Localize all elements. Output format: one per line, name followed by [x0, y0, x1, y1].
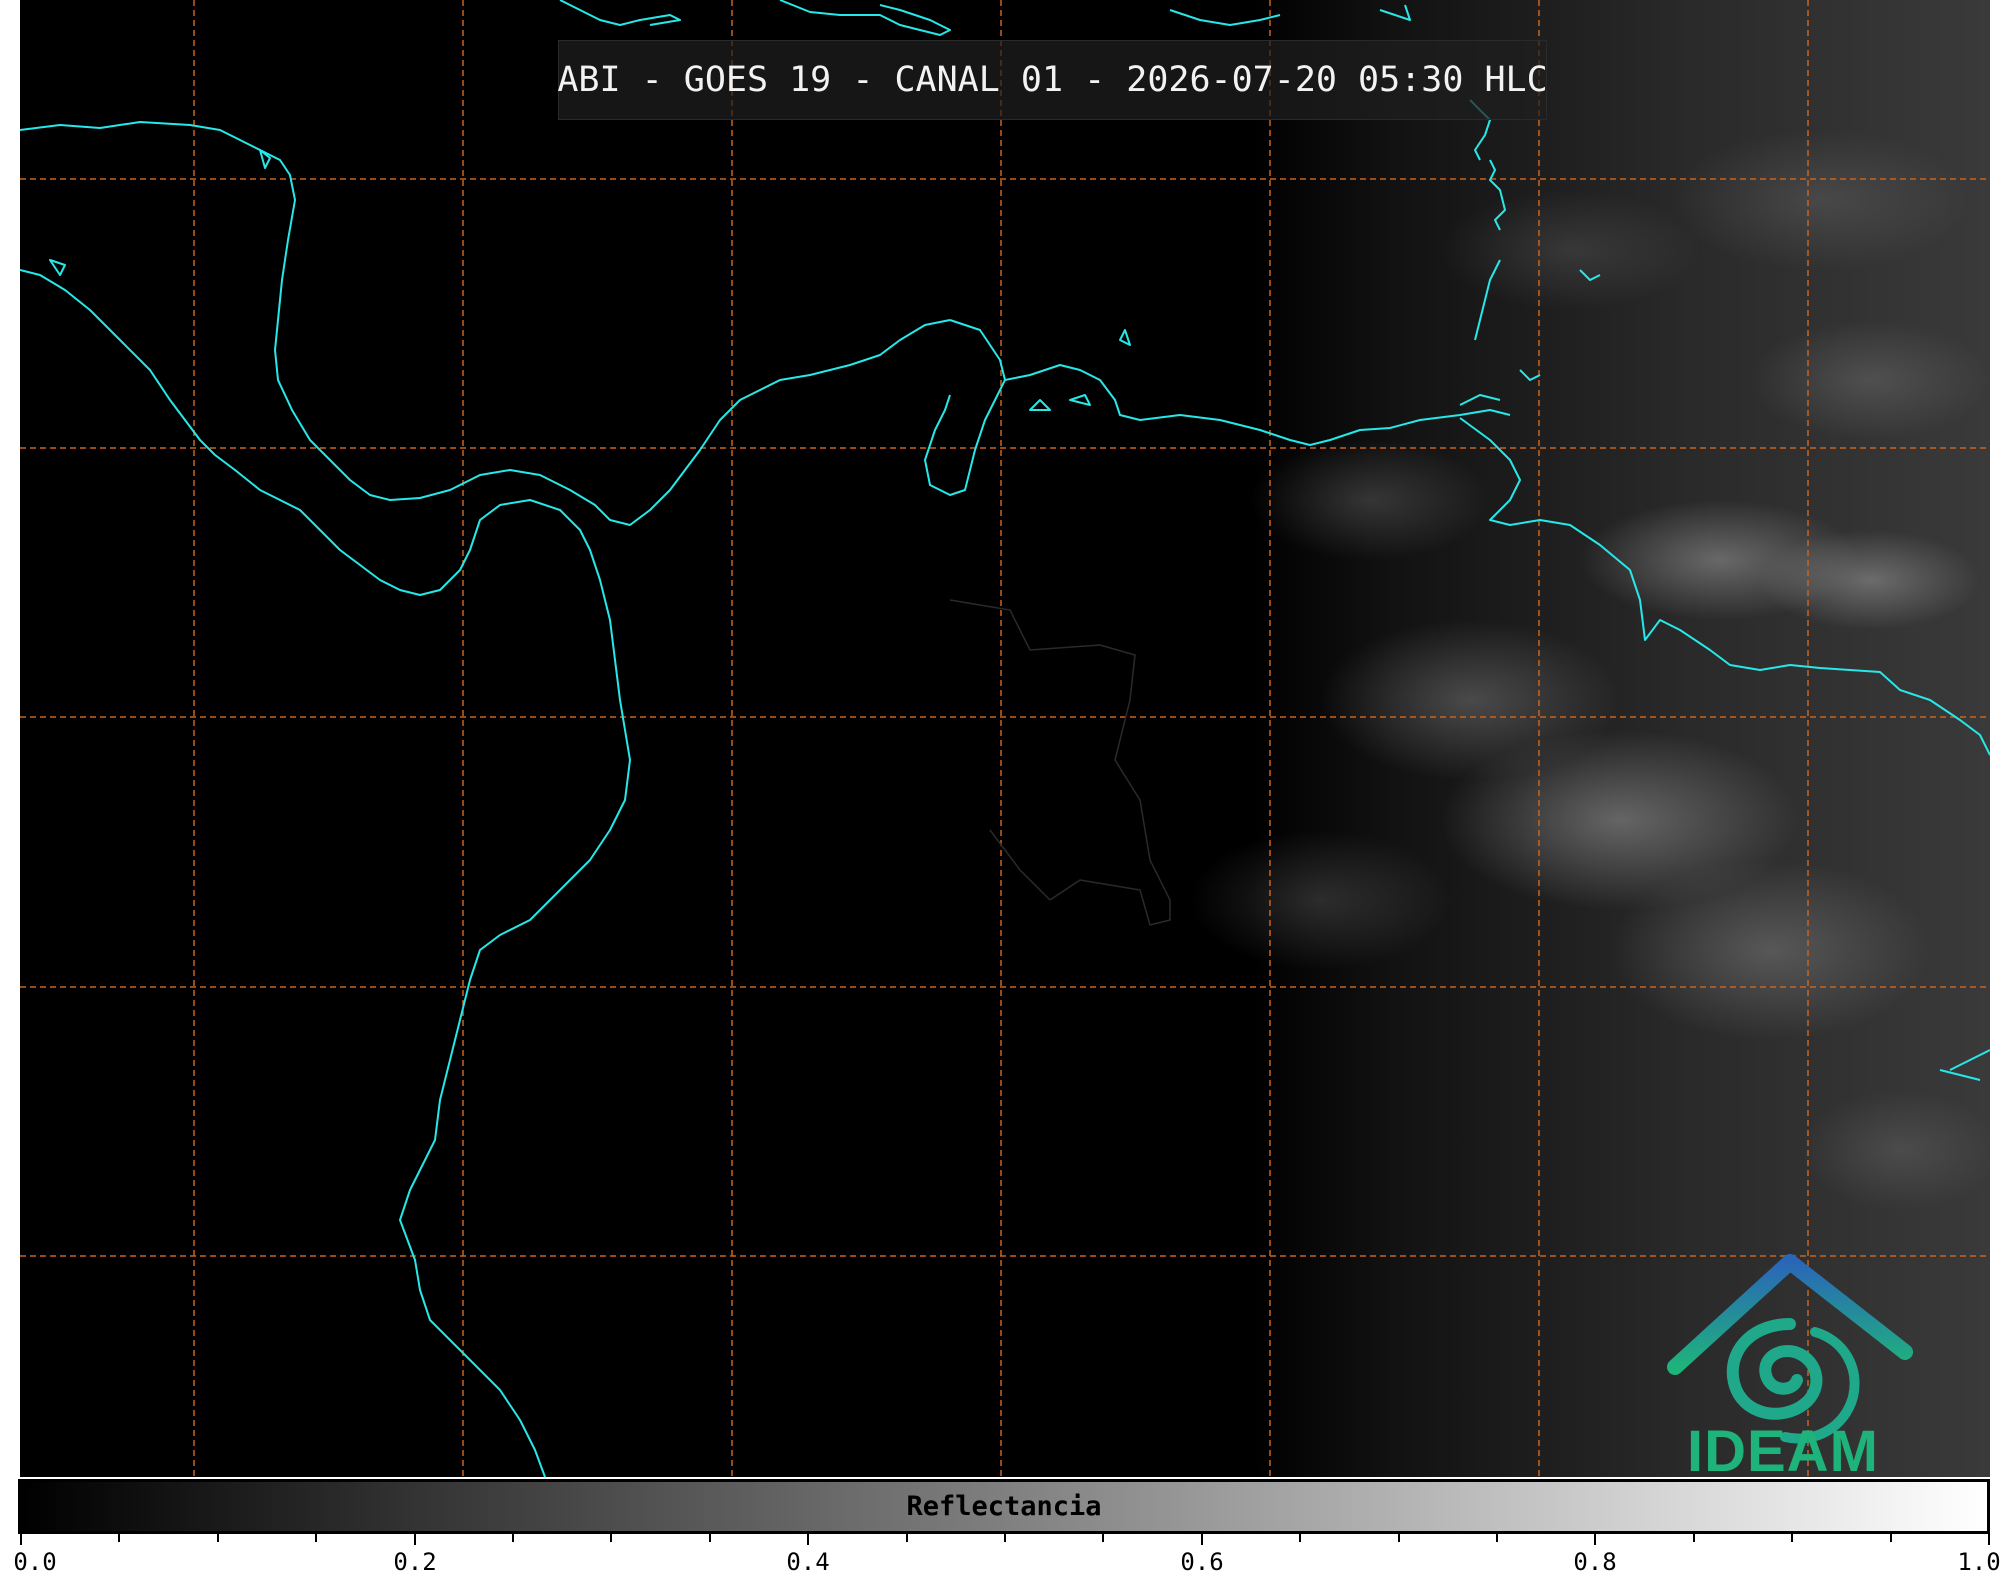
colorbar-minor-tick [1102, 1534, 1104, 1542]
colorbar-minor-tick [610, 1534, 612, 1542]
colorbar-tick-label: 1.0 [1957, 1548, 2001, 1576]
map-title: ABI - GOES 19 - CANAL 01 - 2026-07-20 05… [557, 40, 1548, 120]
colorbar-ticks: 0.0 0.2 0.4 0.6 0.8 1.0 [13, 1534, 2001, 1577]
colorbar-label: Reflectancia [906, 1491, 1102, 1522]
colorbar-minor-tick [315, 1534, 317, 1542]
satellite-map: ABI - GOES 19 - CANAL 01 - 2026-07-20 05… [20, 0, 1990, 1477]
colorbar: Reflectancia [18, 1479, 1990, 1534]
colorbar-major-tick [1201, 1534, 1203, 1545]
colorbar-minor-tick [709, 1534, 711, 1542]
ideam-logo-text: IDEAM [1687, 1419, 1879, 1484]
colorbar-minor-tick [1004, 1534, 1006, 1542]
colorbar-minor-tick [1890, 1534, 1892, 1542]
colorbar-minor-tick [1398, 1534, 1400, 1542]
colorbar-major-tick [1988, 1534, 1990, 1545]
colorbar-minor-tick [1299, 1534, 1301, 1542]
colorbar-tick-label: 0.8 [1573, 1548, 1617, 1576]
colorbar-minor-tick [217, 1534, 219, 1542]
colorbar-minor-tick [512, 1534, 514, 1542]
colorbar-major-tick [414, 1534, 416, 1545]
colorbar-major-tick [1594, 1534, 1596, 1545]
colorbar-tick-label: 0.6 [1180, 1548, 1224, 1576]
colorbar-minor-tick [118, 1534, 120, 1542]
colorbar-minor-tick [1693, 1534, 1695, 1542]
colorbar-major-tick [807, 1534, 809, 1545]
colorbar-minor-tick [1496, 1534, 1498, 1542]
colorbar-major-tick [20, 1534, 22, 1545]
colorbar-tick-label: 0.2 [393, 1548, 437, 1576]
satellite-image [20, 0, 1990, 1477]
colorbar-minor-tick [906, 1534, 908, 1542]
colorbar-tick-label: 0.0 [13, 1548, 57, 1576]
colorbar-minor-tick [1791, 1534, 1793, 1542]
colorbar-tick-label: 0.4 [786, 1548, 830, 1576]
